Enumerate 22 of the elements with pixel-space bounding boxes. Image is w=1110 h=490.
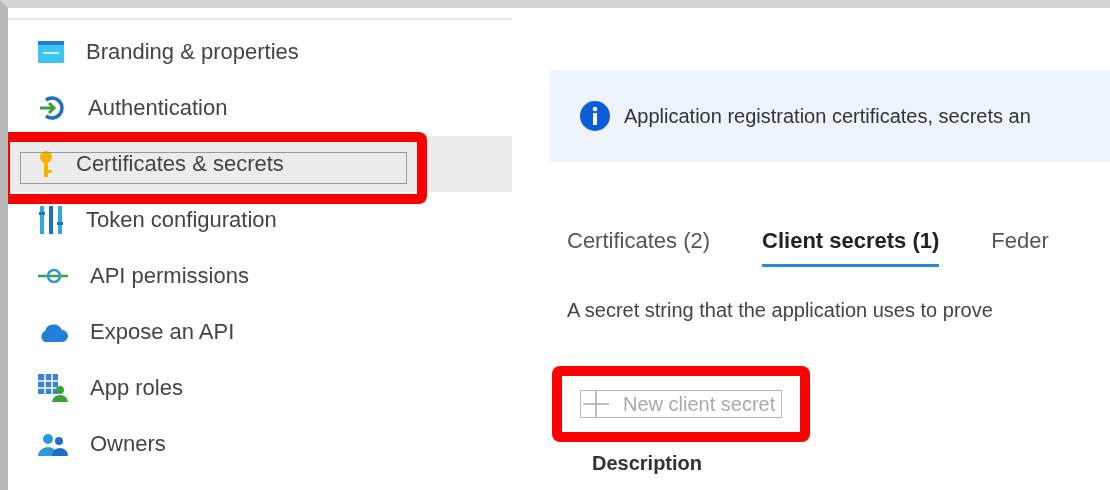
sidebar-item[interactable]: Branding & properties [8,24,512,80]
sidebar-item[interactable]: Owners [8,416,512,472]
sidebar-item[interactable]: Expose an API [8,304,512,360]
people-icon [38,432,68,456]
description-text: A secret string that the application uses to prove [566,299,994,322]
tab[interactable]: Client secrets (1) [762,228,940,267]
sign-in-arrow-icon [38,94,66,122]
sidebar-item[interactable]: App roles [8,360,512,416]
sidebar-item[interactable]: Authentication [8,80,512,136]
cloud-icon [38,321,68,343]
sidebar-item[interactable]: Token configuration [8,192,512,248]
grid-person-icon [38,374,68,402]
sidebar-item[interactable]: API permissions [8,248,512,304]
tab[interactable]: Certificates (2) [567,228,711,267]
plus-icon [583,391,609,417]
info-icon [580,101,610,131]
column-header: Description [591,452,704,475]
bars-icon [38,206,64,234]
browser-window-icon [38,41,64,63]
key-icon [38,150,54,178]
info-text: Application registration certificates, secrets an [624,104,1031,128]
tab[interactable]: Feder [991,228,1049,267]
